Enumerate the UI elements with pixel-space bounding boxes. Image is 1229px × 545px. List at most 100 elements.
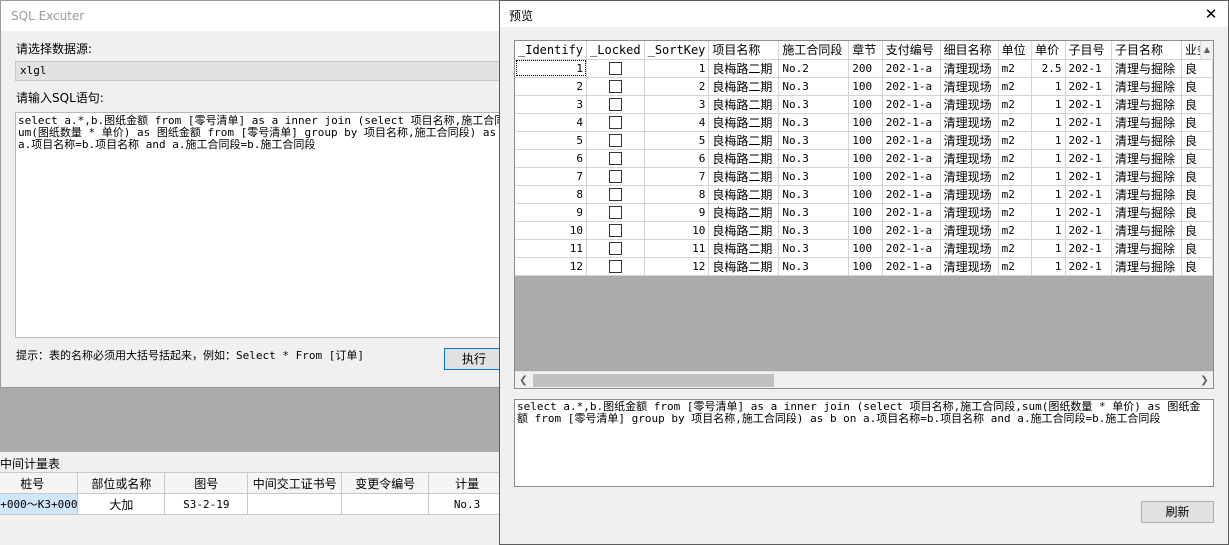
table-row[interactable]: 12 12 良梅路二期 No.3 100 202-1-a 清理现场 m2 1 202-1 清理与掘除…	[515, 257, 1213, 276]
table-cell[interactable]: 良梅路二期	[708, 167, 780, 186]
column-header[interactable]: 子目名称	[1111, 41, 1182, 60]
column-header[interactable]: 单位	[998, 41, 1033, 60]
table-cell[interactable]: 6	[644, 149, 710, 168]
sql-preview-text[interactable]: select a.*,b.图纸金额 from [零号清单] as a inner…	[514, 399, 1214, 487]
table-cell[interactable]: 良梅路二期	[708, 95, 780, 114]
table-cell[interactable]: 202-1-a	[882, 131, 941, 150]
locked-checkbox[interactable]	[608, 152, 622, 165]
scroll-right-icon[interactable]: ❯	[1196, 372, 1213, 388]
locked-checkbox[interactable]	[608, 242, 622, 255]
table-cell[interactable]: 良	[1181, 185, 1213, 204]
table-cell[interactable]: No.3	[778, 77, 850, 96]
column-header[interactable]: 章节	[848, 41, 883, 60]
table-cell[interactable]: m2	[998, 239, 1033, 258]
locked-checkbox[interactable]	[608, 80, 622, 93]
table-row[interactable]: 11 11 良梅路二期 No.3 100 202-1-a 清理现场 m2 1 202-1 清理与掘除…	[515, 239, 1213, 258]
table-row[interactable]: 9 9 良梅路二期 No.3 100 202-1-a 清理现场 m2 1 202-1 清理与掘除良	[515, 203, 1213, 222]
table-cell[interactable]: 1	[644, 59, 710, 78]
table-cell[interactable]: 良	[1181, 113, 1213, 132]
table-cell[interactable]: S3-2-19	[164, 493, 249, 515]
table-cell[interactable]: 2.5	[1031, 59, 1066, 78]
table-cell[interactable]: 100	[848, 239, 883, 258]
table-cell[interactable]: 良梅路二期	[708, 77, 780, 96]
table-cell[interactable]: 100	[848, 167, 883, 186]
table-cell[interactable]: 1	[1031, 131, 1066, 150]
table-cell[interactable]: 100	[848, 257, 883, 276]
table-cell[interactable]: 清理现场	[940, 239, 999, 258]
column-header[interactable]: 桩号	[0, 472, 79, 494]
table-cell[interactable]: 良	[1181, 203, 1213, 222]
column-header[interactable]: _SortKey	[644, 41, 710, 60]
table-cell[interactable]: 良梅路二期	[708, 221, 780, 240]
table-cell[interactable]: m2	[998, 131, 1033, 150]
table-cell[interactable]	[247, 493, 343, 515]
table-cell[interactable]: 大加	[77, 493, 166, 515]
locked-cell[interactable]	[586, 77, 645, 96]
table-cell[interactable]: 清理与掘除	[1111, 257, 1182, 276]
datasource-field[interactable]: xlgl	[15, 61, 535, 81]
table-cell[interactable]: 良梅路二期	[708, 185, 780, 204]
table-cell[interactable]: 清理现场	[940, 77, 999, 96]
table-cell[interactable]: 11	[515, 239, 588, 258]
table-row[interactable]: 2 2 良梅路二期 No.3 100 202-1-a 清理现场 m2 1 202-1 清理与掘除良	[515, 77, 1213, 96]
table-cell[interactable]: 良	[1181, 77, 1213, 96]
table-cell[interactable]: 202-1	[1065, 59, 1112, 78]
table-cell[interactable]: 良	[1181, 59, 1213, 78]
table-cell[interactable]: 清理现场	[940, 59, 999, 78]
table-cell[interactable]: 清理现场	[940, 167, 999, 186]
table-cell[interactable]: 良梅路二期	[708, 113, 780, 132]
table-cell[interactable]: 202-1-a	[882, 167, 941, 186]
table-row[interactable]: K0+000～K3+000 大加 S3-2-19 No.3	[0, 493, 506, 515]
table-cell[interactable]: No.3	[428, 493, 506, 515]
table-row[interactable]: 4 4 良梅路二期 No.3 100 202-1-a 清理现场 m2 1 202-1 清理与掘除良	[515, 113, 1213, 132]
table-cell[interactable]: 清理与掘除	[1111, 185, 1182, 204]
table-cell[interactable]: 清理与掘除	[1111, 77, 1182, 96]
table-cell[interactable]: 202-1	[1065, 257, 1112, 276]
table-cell[interactable]: 4	[515, 113, 588, 132]
table-cell[interactable]: 5	[644, 131, 710, 150]
table-cell[interactable]: 2	[515, 77, 588, 96]
table-cell[interactable]: m2	[998, 95, 1033, 114]
table-cell[interactable]: 200	[848, 59, 883, 78]
locked-checkbox[interactable]	[608, 188, 622, 201]
table-cell[interactable]: 1	[515, 59, 588, 78]
table-cell[interactable]: 清理与掘除	[1111, 113, 1182, 132]
table-cell[interactable]: 202-1-a	[882, 149, 941, 168]
locked-checkbox[interactable]	[608, 116, 622, 129]
table-cell[interactable]: No.3	[778, 185, 850, 204]
table-cell[interactable]: No.3	[778, 131, 850, 150]
locked-cell[interactable]	[586, 167, 645, 186]
close-icon[interactable]: ✕	[1200, 3, 1222, 25]
table-row[interactable]: 10 10 良梅路二期 No.3 100 202-1-a 清理现场 m2 1 202-1 清理与掘除…	[515, 221, 1213, 240]
column-header[interactable]: 子目号	[1065, 41, 1112, 60]
table-cell[interactable]: 清理现场	[940, 95, 999, 114]
table-cell[interactable]: 202-1	[1065, 203, 1112, 222]
table-cell[interactable]: No.3	[778, 167, 850, 186]
table-cell[interactable]: 良梅路二期	[708, 239, 780, 258]
table-cell[interactable]: m2	[998, 59, 1033, 78]
table-cell[interactable]: 6	[515, 149, 588, 168]
table-cell[interactable]: 1	[1031, 95, 1066, 114]
locked-cell[interactable]	[586, 95, 645, 114]
table-cell[interactable]: 202-1	[1065, 239, 1112, 258]
table-cell[interactable]: 1	[1031, 113, 1066, 132]
table-cell[interactable]: 202-1	[1065, 77, 1112, 96]
table-cell[interactable]: 202-1	[1065, 149, 1112, 168]
table-cell[interactable]: No.3	[778, 257, 850, 276]
table-cell[interactable]: 100	[848, 113, 883, 132]
table-cell[interactable]: No.3	[778, 149, 850, 168]
table-cell[interactable]: 202-1	[1065, 221, 1112, 240]
table-cell[interactable]: 202-1	[1065, 131, 1112, 150]
table-cell[interactable]: 202-1-a	[882, 77, 941, 96]
table-cell[interactable]	[341, 493, 430, 515]
table-cell[interactable]: m2	[998, 167, 1033, 186]
table-cell[interactable]: 清理现场	[940, 257, 999, 276]
table-cell[interactable]: 清理现场	[940, 113, 999, 132]
table-cell[interactable]: 良梅路二期	[708, 257, 780, 276]
table-cell[interactable]: 清理与掘除	[1111, 167, 1182, 186]
table-cell[interactable]: 良	[1181, 221, 1213, 240]
table-cell[interactable]: 202-1-a	[882, 239, 941, 258]
scrollbar-thumb[interactable]	[533, 374, 774, 387]
table-cell[interactable]: 清理现场	[940, 149, 999, 168]
table-cell[interactable]: 202-1	[1065, 167, 1112, 186]
